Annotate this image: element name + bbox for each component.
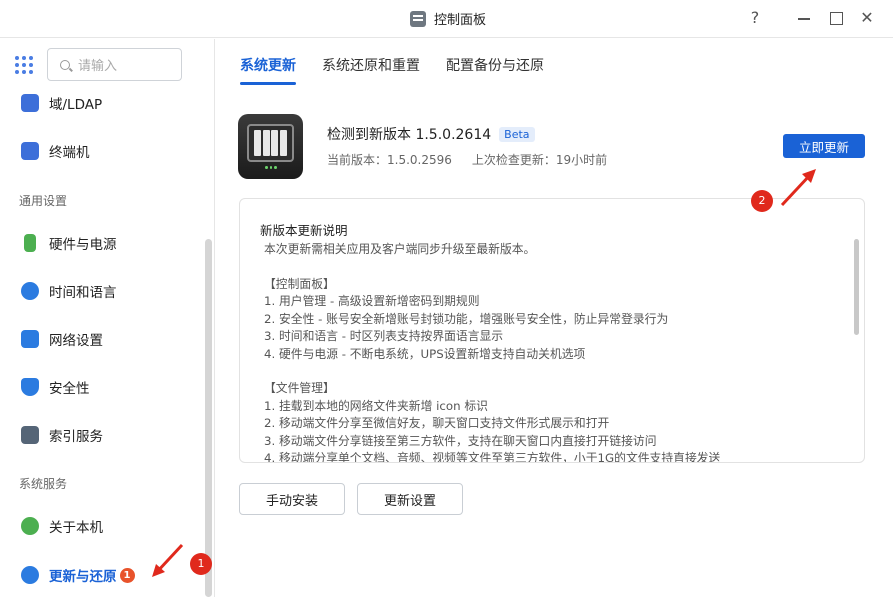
sidebar-item-label: 关于本机	[49, 520, 103, 536]
index-icon	[21, 426, 39, 444]
window-title: 控制面板	[410, 9, 486, 28]
manual-install-button[interactable]: 手动安装	[239, 483, 345, 515]
beta-tag: Beta	[499, 126, 535, 142]
section-system-services: 系统服务	[19, 477, 68, 491]
globe-icon	[21, 282, 39, 300]
ldap-icon	[21, 94, 39, 112]
version-info: 当前版本：1.5.0.2596 上次检查更新：19小时前	[327, 151, 607, 168]
section-general-settings: 通用设置	[19, 194, 68, 208]
sidebar-item-label: 域/LDAP	[49, 97, 103, 113]
annotation-1: 1	[190, 553, 212, 575]
help-button[interactable]: ?	[745, 8, 765, 28]
sidebar-item-index-service[interactable]: 索引服务	[0, 415, 205, 455]
sidebar: 请输入 域/LDAP 终端机 通用设置 硬件与电源 时间和语言 网络设置 安全性…	[0, 39, 215, 597]
sidebar-item-hardware-power[interactable]: 硬件与电源	[0, 223, 205, 263]
release-notes-panel: 新版本更新说明 本次更新需相关应用及客户端同步升级至最新版本。 【控制面板】 1…	[239, 198, 865, 463]
refresh-icon	[21, 566, 39, 584]
release-notes-intro: 本次更新需相关应用及客户端同步升级至最新版本。	[264, 242, 536, 256]
tab-config-backup-restore[interactable]: 配置备份与还原	[446, 55, 544, 85]
update-settings-button[interactable]: 更新设置	[357, 483, 463, 515]
notes-line: 3. 时间和语言 - 时区列表支持按界面语言显示	[264, 329, 504, 343]
release-notes-title: 新版本更新说明	[260, 223, 348, 238]
notes-line: 4. 硬件与电源 - 不断电系统，UPS设置新增支持自动关机选项	[264, 346, 586, 361]
info-icon	[21, 517, 39, 535]
sidebar-item-label: 索引服务	[49, 429, 103, 445]
annotation-arrow-1	[152, 543, 184, 577]
search-input[interactable]: 请输入	[47, 48, 182, 81]
maximize-button[interactable]	[826, 8, 846, 28]
search-placeholder: 请输入	[78, 59, 118, 74]
shield-icon	[21, 378, 39, 396]
sidebar-item-label: 网络设置	[49, 333, 103, 349]
notes-line: 4. 移动端分享单个文档、音频、视频等文件至第三方软件，小于1G的文件支持直接发…	[264, 451, 721, 463]
sidebar-item-label: 时间和语言	[49, 285, 117, 301]
sidebar-item-label: 终端机	[49, 145, 90, 161]
sidebar-item-terminal[interactable]: 终端机	[0, 131, 205, 171]
tab-system-update[interactable]: 系统更新	[240, 55, 296, 85]
notes-line: 2. 安全性 - 账号安全新增账号封锁功能，增强账号安全性，防止异常登录行为	[264, 311, 669, 326]
window-title-text: 控制面板	[434, 13, 487, 28]
app-grid-icon[interactable]	[15, 56, 33, 74]
sidebar-item-security[interactable]: 安全性	[0, 367, 205, 407]
notes-line: 1. 用户管理 - 高级设置新增密码到期规则	[264, 294, 480, 308]
battery-icon	[24, 234, 36, 252]
notes-section-heading: 【文件管理】	[264, 381, 335, 395]
release-notes-body: 本次更新需相关应用及客户端同步升级至最新版本。 【控制面板】 1. 用户管理 -…	[264, 241, 844, 463]
new-version-title: 检测到新版本 1.5.0.2614 Beta	[327, 124, 535, 144]
title-bar: 控制面板 ? ✕	[0, 0, 893, 38]
sidebar-item-label: 更新与还原	[49, 569, 117, 585]
update-now-button[interactable]: 立即更新	[783, 134, 865, 158]
notes-section-heading: 【控制面板】	[264, 276, 335, 291]
notes-line: 2. 移动端文件分享至微信好友，聊天窗口支持文件形式展示和打开	[264, 416, 610, 430]
new-version-text: 检测到新版本 1.5.0.2614	[327, 127, 492, 143]
notification-badge: 1	[119, 567, 135, 583]
terminal-icon	[21, 142, 39, 160]
control-panel-icon	[410, 10, 426, 27]
notes-line: 1. 挂载到本地的网络文件夹新增 icon 标识	[264, 398, 488, 413]
sidebar-scrollbar[interactable]	[205, 239, 212, 597]
sidebar-item-label: 硬件与电源	[49, 237, 117, 253]
sidebar-item-ldap[interactable]: 域/LDAP	[0, 83, 205, 123]
sidebar-item-label: 安全性	[49, 381, 90, 397]
search-icon	[60, 59, 70, 70]
release-notes-scrollbar[interactable]	[854, 239, 859, 335]
annotation-2: 2	[751, 190, 773, 212]
nas-device-icon	[238, 114, 303, 179]
sidebar-item-time-language[interactable]: 时间和语言	[0, 271, 205, 311]
current-version: 当前版本：1.5.0.2596	[327, 153, 452, 167]
last-check-time: 上次检查更新：19小时前	[471, 153, 608, 167]
minimize-button[interactable]	[794, 8, 814, 28]
tab-bar: 系统更新 系统还原和重置 配置备份与还原	[240, 55, 544, 85]
network-icon	[21, 330, 39, 348]
close-button[interactable]: ✕	[857, 8, 877, 28]
sidebar-item-network[interactable]: 网络设置	[0, 319, 205, 359]
annotation-arrow-2	[780, 169, 816, 207]
notes-line: 3. 移动端文件分享链接至第三方软件，支持在聊天窗口内直接打开链接访问	[264, 433, 657, 448]
tab-system-restore-reset[interactable]: 系统还原和重置	[322, 55, 420, 85]
